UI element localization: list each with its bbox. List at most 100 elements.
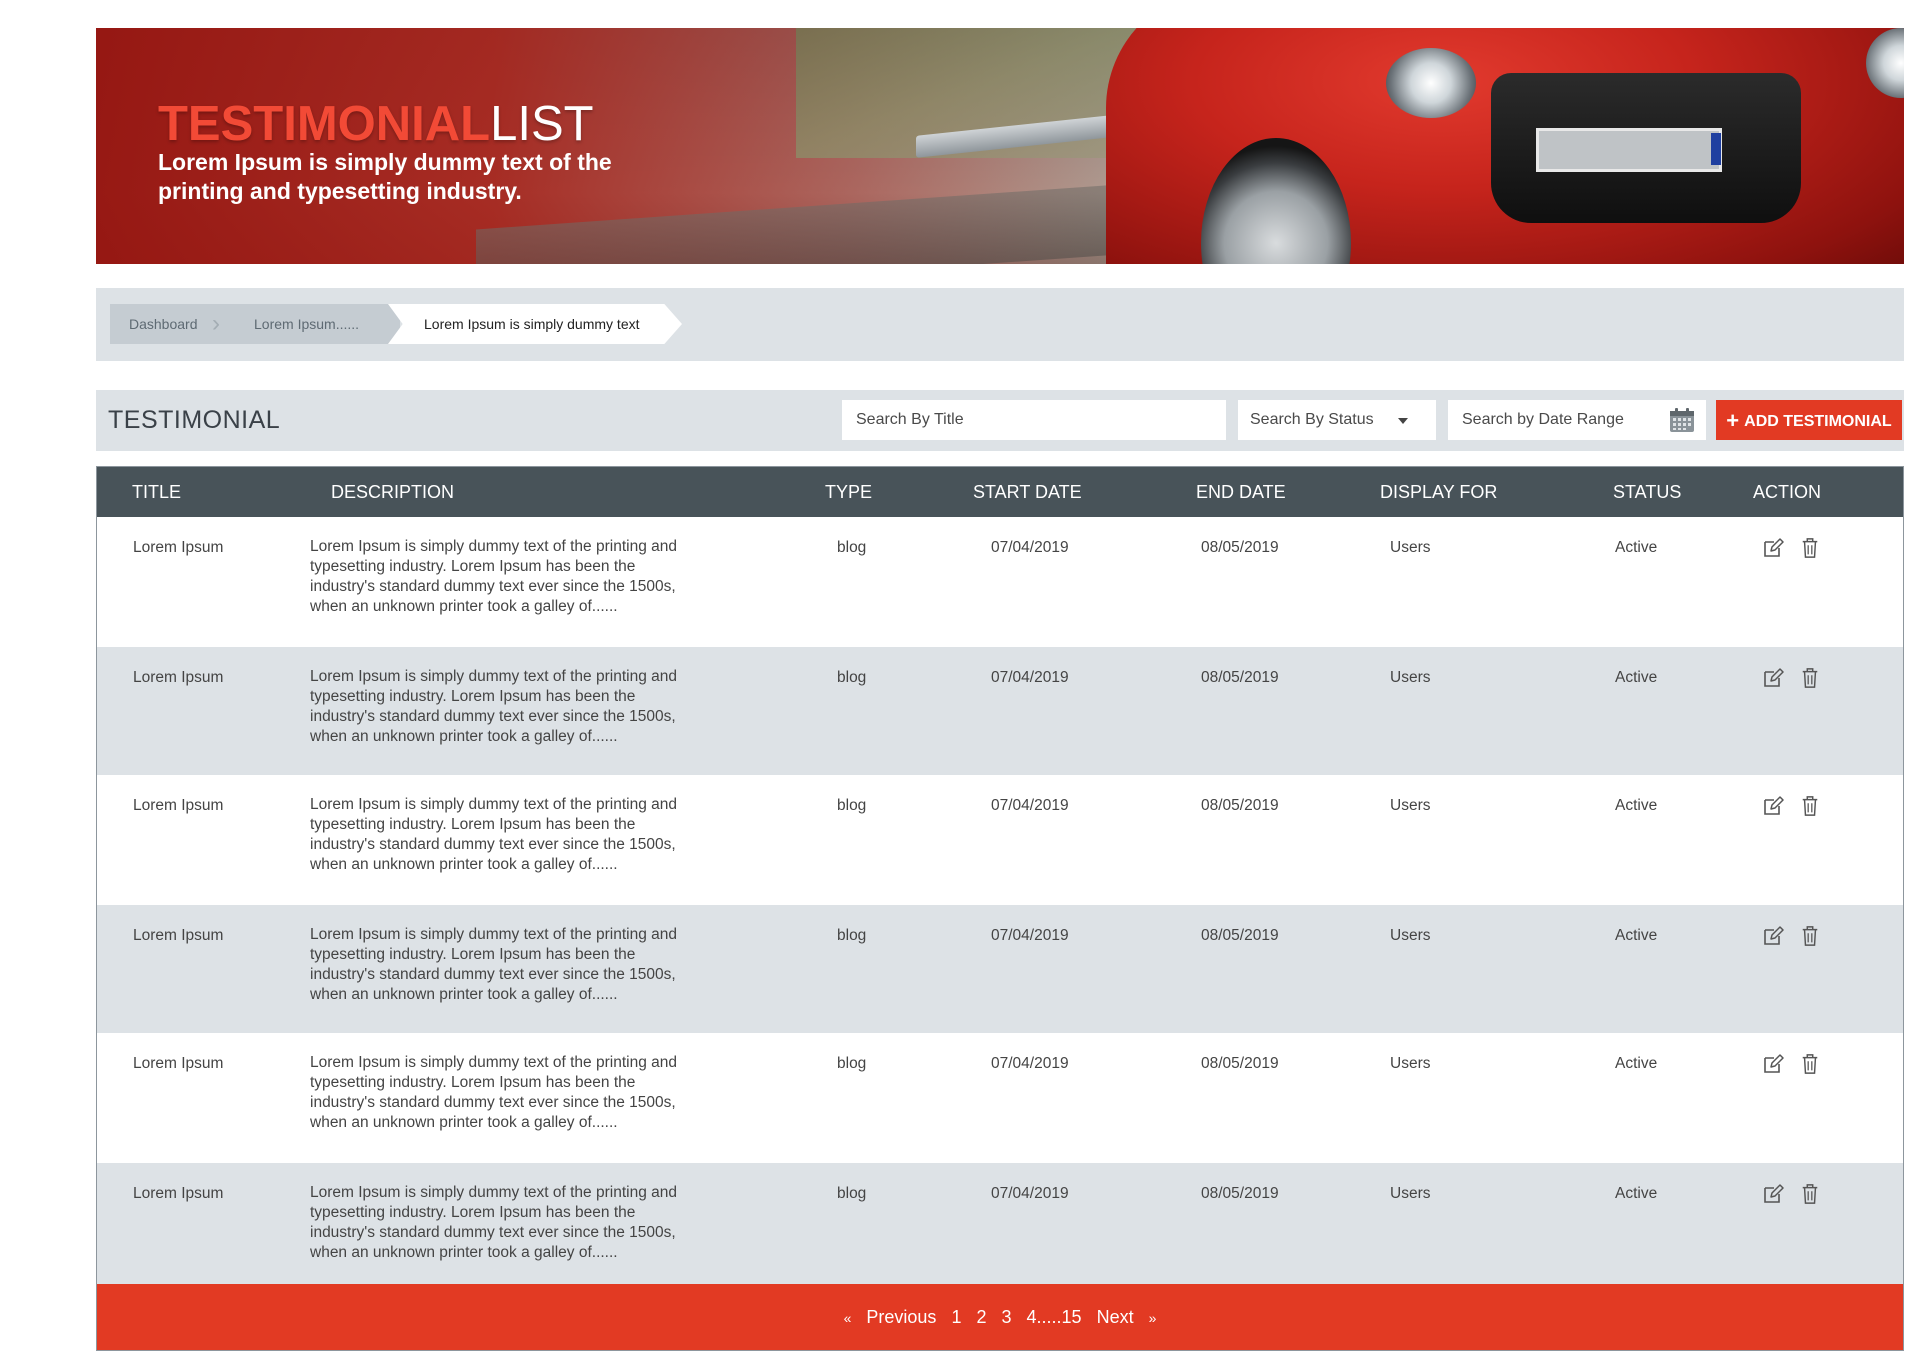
search-date-range-field[interactable] <box>1448 400 1706 440</box>
column-header-description[interactable]: DESCRIPTION <box>331 467 454 517</box>
cell-description: Lorem Ipsum is simply dummy text of the … <box>310 796 677 873</box>
cell-status: Active <box>1615 539 1658 556</box>
plus-icon: + <box>1726 408 1740 433</box>
column-header-display-for[interactable]: DISPLAY FOR <box>1380 467 1497 517</box>
section-title: TESTIMONIAL <box>108 406 281 434</box>
search-date-range-input[interactable] <box>1460 400 1660 440</box>
column-header-title[interactable]: TITLE <box>132 467 181 517</box>
cell-display-for: Users <box>1390 1055 1431 1072</box>
cell-start-date: 07/04/2019 <box>991 1185 1069 1202</box>
pagination: « Previous 1 2 3 4.....15 Next » <box>97 1284 1903 1350</box>
cell-title: Lorem Ipsum <box>133 669 224 686</box>
trash-icon[interactable] <box>1800 925 1822 949</box>
previous-arrow-icon[interactable]: « <box>844 1310 852 1326</box>
cell-status: Active <box>1615 669 1658 686</box>
cell-type: blog <box>837 1055 867 1072</box>
breadcrumb-current-label: Lorem Ipsum is simply dummy text <box>424 316 640 332</box>
cell-start-date: 07/04/2019 <box>991 927 1069 944</box>
edit-icon[interactable] <box>1762 1053 1784 1077</box>
cell-end-date: 08/05/2019 <box>1201 539 1279 556</box>
table-row: Lorem Ipsum Lorem Ipsum is simply dummy t… <box>97 1033 1903 1163</box>
next-arrow-icon[interactable]: » <box>1149 1310 1157 1326</box>
cell-status: Active <box>1615 1055 1658 1072</box>
table-row: Lorem Ipsum Lorem Ipsum is simply dummy t… <box>97 1163 1903 1284</box>
car-headlight <box>1866 28 1904 98</box>
pagination-page-2[interactable]: 2 <box>976 1307 986 1327</box>
column-header-end-date[interactable]: END DATE <box>1196 467 1286 517</box>
pagination-page-1[interactable]: 1 <box>951 1307 961 1327</box>
search-status-label: Search By Status <box>1250 411 1374 428</box>
table-row: Lorem Ipsum Lorem Ipsum is simply dummy t… <box>97 905 1903 1033</box>
trash-icon[interactable] <box>1800 795 1822 819</box>
table-row: Lorem Ipsum Lorem Ipsum is simply dummy t… <box>97 775 1903 905</box>
cell-status: Active <box>1615 927 1658 944</box>
breadcrumb-item-lorem[interactable]: Lorem Ipsum...... <box>254 304 359 344</box>
cell-description: Lorem Ipsum is simply dummy text of the … <box>310 668 677 745</box>
chevron-down-icon <box>1398 418 1408 424</box>
add-testimonial-button[interactable]: + ADD TESTIMONIAL <box>1716 400 1902 440</box>
cell-start-date: 07/04/2019 <box>991 1055 1069 1072</box>
page-title-highlight: TESTIMONIAL <box>158 97 491 151</box>
search-title-input[interactable] <box>854 400 1180 440</box>
cell-title: Lorem Ipsum <box>133 1055 224 1072</box>
cell-type: blog <box>837 669 867 686</box>
breadcrumb: Dashboard › Lorem Ipsum...... Lorem Ipsu… <box>96 288 1904 361</box>
cell-title: Lorem Ipsum <box>133 927 224 944</box>
list-toolbar: TESTIMONIAL Search By Status <box>96 390 1904 451</box>
cell-display-for: Users <box>1390 797 1431 814</box>
edit-icon[interactable] <box>1762 925 1784 949</box>
cell-start-date: 07/04/2019 <box>991 539 1069 556</box>
car-plate <box>1536 128 1722 172</box>
search-title-field[interactable] <box>842 400 1226 440</box>
car-headlight <box>1386 48 1476 118</box>
cell-description: Lorem Ipsum is simply dummy text of the … <box>310 538 677 615</box>
column-header-action: ACTION <box>1753 482 1822 502</box>
cell-display-for: Users <box>1390 1185 1431 1202</box>
cell-type: blog <box>837 539 867 556</box>
cell-type: blog <box>837 927 867 944</box>
cell-end-date: 08/05/2019 <box>1201 669 1279 686</box>
page-title: TESTIMONIALLIST <box>158 96 594 152</box>
trash-icon[interactable] <box>1800 667 1822 691</box>
breadcrumb-item-dashboard[interactable]: Dashboard <box>129 304 198 344</box>
cell-title: Lorem Ipsum <box>133 1185 224 1202</box>
cell-description: Lorem Ipsum is simply dummy text of the … <box>310 1184 677 1261</box>
cell-type: blog <box>837 797 867 814</box>
cell-display-for: Users <box>1390 539 1431 556</box>
calendar-icon[interactable] <box>1668 406 1696 434</box>
cell-end-date: 08/05/2019 <box>1201 797 1279 814</box>
pagination-next[interactable]: Next <box>1097 1307 1134 1327</box>
table-row: Lorem Ipsum Lorem Ipsum is simply dummy t… <box>97 647 1903 775</box>
testimonial-table: TITLE DESCRIPTION TYPE START DATE END DA… <box>96 466 1904 1351</box>
edit-icon[interactable] <box>1762 795 1784 819</box>
pagination-previous[interactable]: Previous <box>866 1307 936 1327</box>
car-wheel <box>1201 138 1351 264</box>
cell-status: Active <box>1615 1185 1658 1202</box>
trash-icon[interactable] <box>1800 1183 1822 1207</box>
banner-car-image <box>1106 28 1904 264</box>
cell-start-date: 07/04/2019 <box>991 669 1069 686</box>
add-testimonial-label: ADD TESTIMONIAL <box>1744 413 1892 430</box>
column-header-type[interactable]: TYPE <box>825 467 872 517</box>
edit-icon[interactable] <box>1762 1183 1784 1207</box>
cell-title: Lorem Ipsum <box>133 797 224 814</box>
pagination-page-3[interactable]: 3 <box>1002 1307 1012 1327</box>
pagination-page-range[interactable]: 4.....15 <box>1027 1307 1082 1327</box>
column-header-start-date[interactable]: START DATE <box>973 467 1082 517</box>
trash-icon[interactable] <box>1800 537 1822 561</box>
cell-title: Lorem Ipsum <box>133 539 224 556</box>
cell-display-for: Users <box>1390 669 1431 686</box>
table-row: Lorem Ipsum Lorem Ipsum is simply dummy t… <box>97 517 1903 647</box>
breadcrumb-item-current: Lorem Ipsum is simply dummy text <box>388 304 682 344</box>
column-header-status[interactable]: STATUS <box>1613 467 1681 517</box>
edit-icon[interactable] <box>1762 537 1784 561</box>
trash-icon[interactable] <box>1800 1053 1822 1077</box>
cell-end-date: 08/05/2019 <box>1201 1185 1279 1202</box>
breadcrumb-separator-icon: › <box>212 310 220 337</box>
page-title-rest: LIST <box>490 97 594 151</box>
cell-end-date: 08/05/2019 <box>1201 927 1279 944</box>
edit-icon[interactable] <box>1762 667 1784 691</box>
search-status-select[interactable]: Search By Status <box>1238 400 1436 440</box>
cell-start-date: 07/04/2019 <box>991 797 1069 814</box>
cell-description: Lorem Ipsum is simply dummy text of the … <box>310 926 677 1003</box>
